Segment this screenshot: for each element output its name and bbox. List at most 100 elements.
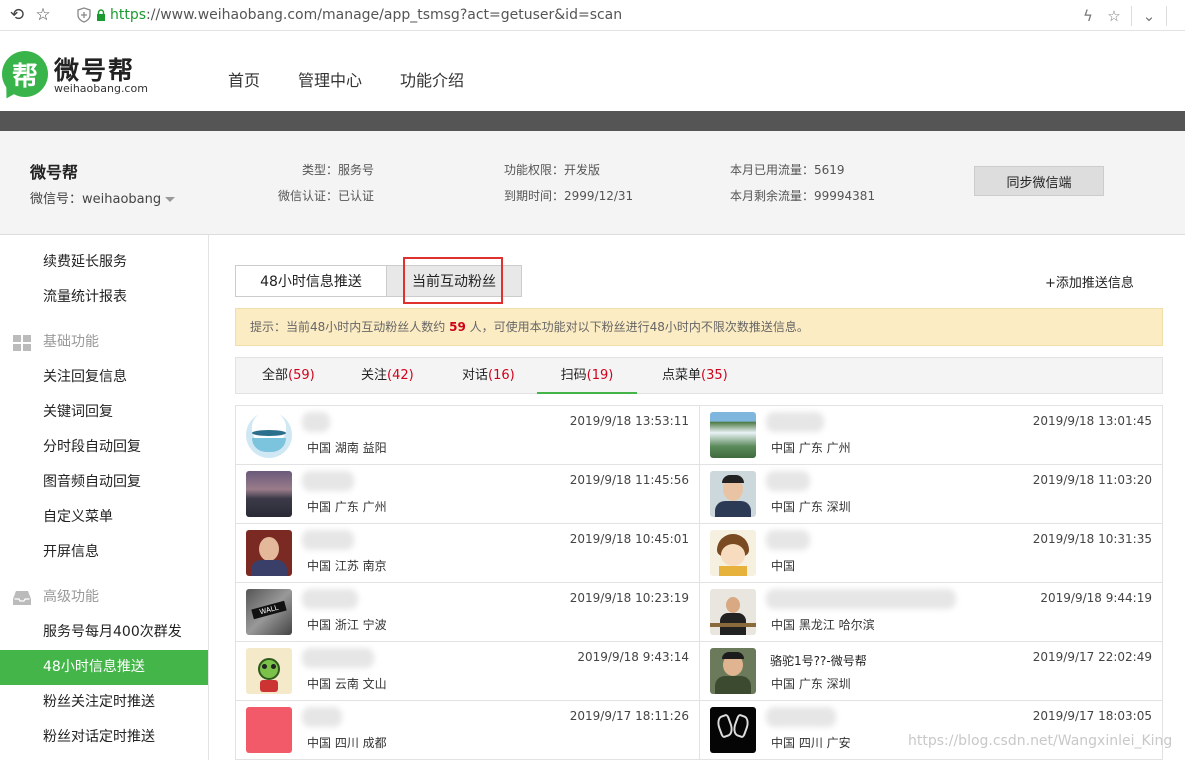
filter-label: 对话 xyxy=(462,368,489,383)
avatar xyxy=(246,707,292,753)
sidebar-item-splash[interactable]: 开屏信息 xyxy=(0,535,208,570)
nav-features[interactable]: 功能介绍 xyxy=(400,67,464,91)
fan-nickname: 骆驼1号??-微号帮 xyxy=(770,654,867,668)
fan-time: 2019/9/17 22:02:49 xyxy=(1032,650,1152,664)
filter-count: (59) xyxy=(288,368,315,383)
logo-icon[interactable]: 帮 xyxy=(2,51,48,97)
bookmark-star-icon[interactable]: ☆ xyxy=(1101,3,1127,29)
sidebar-item-chat-timed-push[interactable]: 粉丝对话定时推送 xyxy=(0,720,208,755)
address-bar[interactable]: https://www.weihaobang.com/manage/app_ts… xyxy=(76,7,622,23)
blurred-nickname xyxy=(302,412,330,432)
blurred-nickname xyxy=(302,589,358,609)
sidebar-item-keyword-reply[interactable]: 关键词回复 xyxy=(0,395,208,430)
account-switcher[interactable]: 微信号：weihaobang xyxy=(30,188,176,207)
fan-location: 中国 黑龙江 哈尔滨 xyxy=(771,618,875,632)
highlight-box xyxy=(403,257,503,304)
filter-label: 关注 xyxy=(361,368,388,383)
fan-item[interactable]: 中国 四川 广安 2019/9/17 18:03:05 xyxy=(699,701,1162,760)
fan-location: 中国 浙江 宁波 xyxy=(307,618,387,632)
filter-scan[interactable]: 扫码(19) xyxy=(537,358,637,394)
fan-location: 中国 广东 广州 xyxy=(307,500,387,514)
tab-48h-push[interactable]: 48小时信息推送 xyxy=(235,265,387,297)
avatar xyxy=(246,530,292,576)
fan-item[interactable]: 中国 2019/9/18 10:31:35 xyxy=(699,524,1162,583)
star-icon[interactable]: ☆ xyxy=(30,2,56,28)
inbox-icon xyxy=(13,591,31,605)
back-icon[interactable]: ⟲ xyxy=(4,2,30,28)
avatar xyxy=(710,707,756,753)
account-type: 类型：服务号 xyxy=(302,163,375,177)
fan-location: 中国 广东 深圳 xyxy=(771,500,851,514)
sync-wechat-button[interactable]: 同步微信端 xyxy=(974,166,1104,196)
fan-item[interactable]: 中国 广东 深圳 2019/9/18 11:03:20 xyxy=(699,465,1162,524)
fan-time: 2019/9/18 10:45:01 xyxy=(569,532,689,546)
account-verify: 微信认证：已认证 xyxy=(278,189,375,203)
shield-icon xyxy=(77,7,91,23)
tip-suffix: 人，可使用本功能对以下粉丝进行48小时内不限次数推送信息。 xyxy=(465,320,809,334)
fan-location: 中国 广东 广州 xyxy=(771,441,851,455)
blurred-nickname xyxy=(302,707,342,727)
header-band xyxy=(0,111,1185,131)
filter-label: 全部 xyxy=(262,368,289,383)
avatar xyxy=(710,412,756,458)
sidebar-item-follow-reply[interactable]: 关注回复信息 xyxy=(0,360,208,395)
avatar xyxy=(246,471,292,517)
sidebar-item-mass-send[interactable]: 服务号每月400次群发 xyxy=(0,615,208,650)
chevron-down-icon[interactable]: ⌄ xyxy=(1136,3,1162,29)
sidebar-group-advanced: 高级功能 xyxy=(0,580,208,615)
fan-time: 2019/9/18 9:44:19 xyxy=(1040,591,1152,605)
filter-count: (35) xyxy=(701,368,728,383)
filter-chat[interactable]: 对话(16) xyxy=(462,358,515,394)
fan-location: 中国 四川 广安 xyxy=(771,736,851,750)
fan-item[interactable]: 中国 广东 广州 2019/9/18 13:01:45 xyxy=(699,406,1162,465)
fan-item[interactable]: 中国 湖南 益阳 2019/9/18 13:53:11 xyxy=(236,406,699,465)
fan-item[interactable]: 中国 四川 成都 2019/9/17 18:11:26 xyxy=(236,701,699,760)
logo-domain: weihaobang.com xyxy=(54,82,148,95)
sidebar-item-follow-timed-push[interactable]: 粉丝关注定时推送 xyxy=(0,685,208,720)
fan-item[interactable]: WALL 中国 浙江 宁波 2019/9/18 10:23:19 xyxy=(236,583,699,642)
blurred-nickname xyxy=(766,530,810,550)
fan-item[interactable]: 骆驼1号??-微号帮 中国 广东 深圳 2019/9/17 22:02:49 xyxy=(699,642,1162,701)
fan-time: 2019/9/17 18:11:26 xyxy=(569,709,689,723)
fan-item[interactable]: 中国 广东 广州 2019/9/18 11:45:56 xyxy=(236,465,699,524)
avatar xyxy=(246,412,292,458)
fan-location: 中国 广东 深圳 xyxy=(771,677,851,691)
fan-time: 2019/9/18 11:03:20 xyxy=(1032,473,1152,487)
sidebar-item-48h-push[interactable]: 48小时信息推送 xyxy=(0,650,208,685)
blurred-nickname xyxy=(302,648,374,668)
account-panel: 微号帮 微信号：weihaobang 类型：服务号 微信认证：已认证 功能权限：… xyxy=(0,131,1185,235)
tip-banner: 提示：当前48小时内互动粉丝人数约 59 人，可使用本功能对以下粉丝进行48小时… xyxy=(235,308,1163,346)
nav-home[interactable]: 首页 xyxy=(228,67,260,91)
sidebar-group-basic: 基础功能 xyxy=(0,325,208,360)
url-text: ://www.weihaobang.com/manage/app_tsmsg?a… xyxy=(146,7,623,23)
fan-item[interactable]: 中国 黑龙江 哈尔滨 2019/9/18 9:44:19 xyxy=(699,583,1162,642)
filter-menu-click[interactable]: 点菜单(35) xyxy=(662,358,728,394)
filter-follow[interactable]: 关注(42) xyxy=(361,358,414,394)
divider xyxy=(1131,5,1132,26)
lightning-icon[interactable]: ϟ xyxy=(1075,3,1101,29)
divider xyxy=(1166,5,1167,26)
nav-manage-center[interactable]: 管理中心 xyxy=(298,67,362,91)
sidebar-item-timed-reply[interactable]: 分时段自动回复 xyxy=(0,430,208,465)
sidebar-group-label: 高级功能 xyxy=(43,589,99,605)
avatar xyxy=(710,648,756,694)
sidebar-item-renew[interactable]: 续费延长服务 xyxy=(0,245,208,280)
fan-time: 2019/9/17 18:03:05 xyxy=(1032,709,1152,723)
wechat-id: 微信号：weihaobang xyxy=(30,192,162,207)
sidebar-item-traffic-report[interactable]: 流量统计报表 xyxy=(0,280,208,315)
add-push-link[interactable]: +添加推送信息 xyxy=(1045,272,1134,291)
filter-count: (42) xyxy=(387,368,414,383)
filter-bar: 全部(59) 关注(42) 对话(16) 扫码(19) 点菜单(35) xyxy=(235,357,1163,394)
fan-location: 中国 湖南 益阳 xyxy=(307,441,387,455)
fan-item[interactable]: 中国 江苏 南京 2019/9/18 10:45:01 xyxy=(236,524,699,583)
watermark: https://blog.csdn.net/Wangxinlei_King xyxy=(908,733,1173,749)
blurred-nickname xyxy=(302,530,354,550)
fan-location: 中国 江苏 南京 xyxy=(307,559,387,573)
sidebar-item-media-reply[interactable]: 图音频自动回复 xyxy=(0,465,208,500)
account-name: 微号帮 xyxy=(30,163,79,182)
fan-time: 2019/9/18 9:43:14 xyxy=(577,650,689,664)
sidebar-item-custom-menu[interactable]: 自定义菜单 xyxy=(0,500,208,535)
filter-all[interactable]: 全部(59) xyxy=(262,358,315,394)
fan-item[interactable]: 中国 云南 文山 2019/9/18 9:43:14 xyxy=(236,642,699,701)
browser-toolbar: ⟲ ☆ https://www.weihaobang.com/manage/ap… xyxy=(0,0,1185,31)
